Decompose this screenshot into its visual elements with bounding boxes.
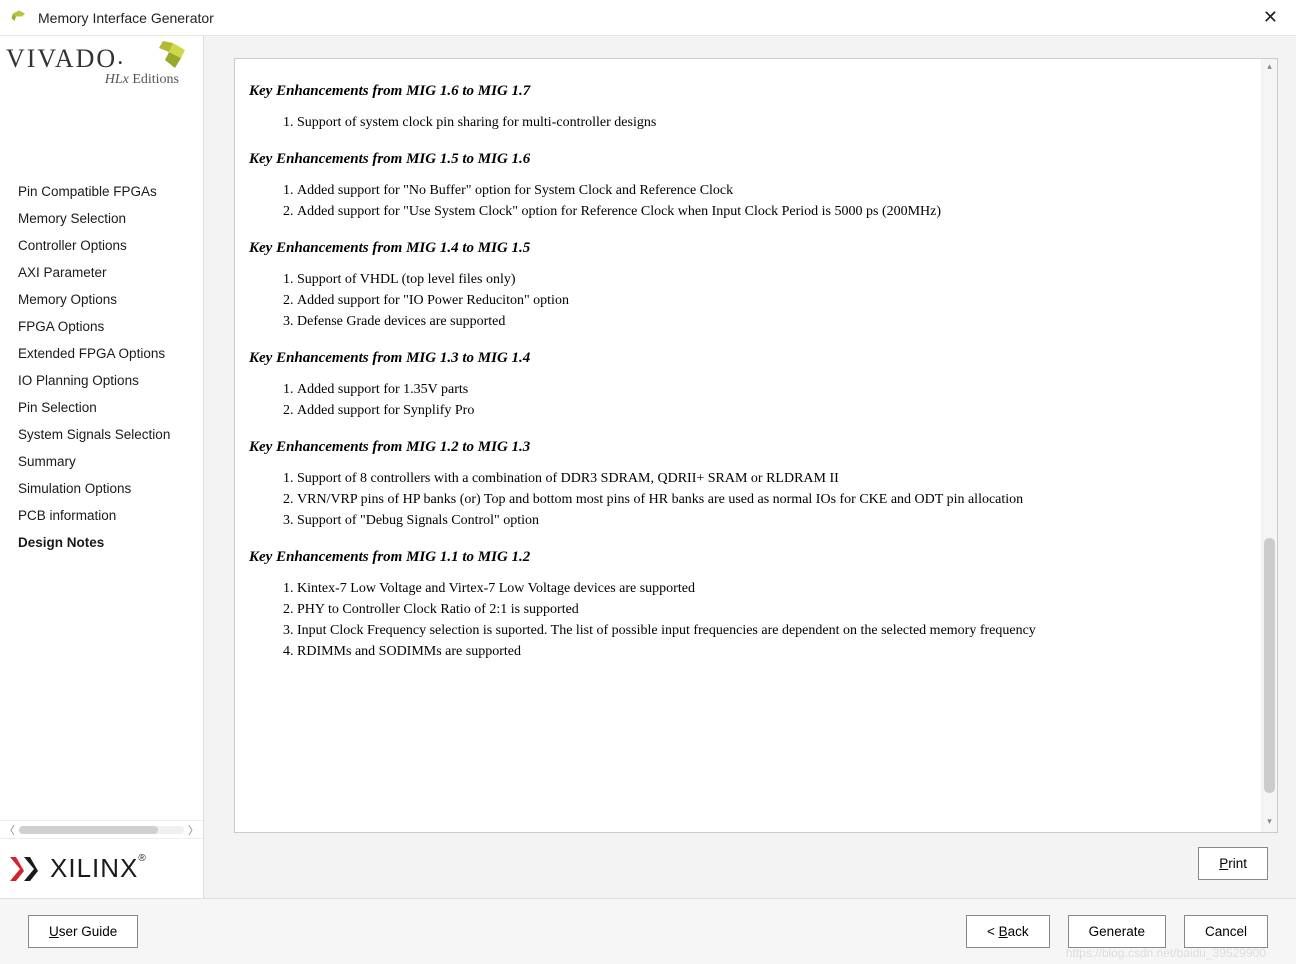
nav-item-pcb-information[interactable]: PCB information	[0, 502, 203, 529]
list-item: Input Clock Frequency selection is supor…	[297, 620, 1249, 641]
nav-item-design-notes[interactable]: Design Notes	[0, 529, 203, 556]
list-item: Added support for "Use System Clock" opt…	[297, 201, 1249, 222]
nav-item-controller-options[interactable]: Controller Options	[0, 232, 203, 259]
section-heading: Key Enhancements from MIG 1.6 to MIG 1.7	[249, 83, 1249, 100]
list-item: Support of "Debug Signals Control" optio…	[297, 510, 1249, 531]
list-item: Added support for Synplify Pro	[297, 400, 1249, 421]
content-column: Key Enhancements from MIG 1.6 to MIG 1.7…	[204, 36, 1296, 898]
scroll-track[interactable]	[19, 826, 184, 834]
nav-item-memory-options[interactable]: Memory Options	[0, 286, 203, 313]
titlebar: Memory Interface Generator ✕	[0, 0, 1296, 36]
sidebar-horizontal-scrollbar[interactable]: 〈 〉	[0, 820, 203, 838]
nav-item-extended-fpga-options[interactable]: Extended FPGA Options	[0, 340, 203, 367]
window-title: Memory Interface Generator	[38, 10, 1255, 26]
bottom-bar: User Guide < Back Generate Cancel https:…	[0, 898, 1296, 964]
app-icon	[10, 9, 28, 27]
nav-item-pin-selection[interactable]: Pin Selection	[0, 394, 203, 421]
list-item: Defense Grade devices are supported	[297, 311, 1249, 332]
watermark-text: https://blog.csdn.net/baidu_39529900	[1066, 946, 1266, 960]
nav-item-system-signals-selection[interactable]: System Signals Selection	[0, 421, 203, 448]
nav-item-summary[interactable]: Summary	[0, 448, 203, 475]
nav-item-axi-parameter[interactable]: AXI Parameter	[0, 259, 203, 286]
list-item: Kintex-7 Low Voltage and Virtex-7 Low Vo…	[297, 578, 1249, 599]
logo-text: VIVADO	[6, 44, 117, 73]
list-item: VRN/VRP pins of HP banks (or) Top and bo…	[297, 489, 1249, 510]
nav-item-io-planning-options[interactable]: IO Planning Options	[0, 367, 203, 394]
scroll-thumb[interactable]	[19, 826, 158, 834]
list-item: Support of 8 controllers with a combinat…	[297, 468, 1249, 489]
vivado-logo-icon	[153, 38, 193, 78]
section-heading: Key Enhancements from MIG 1.5 to MIG 1.6	[249, 151, 1249, 168]
nav-item-pin-compatible-fpgas[interactable]: Pin Compatible FPGAs	[0, 178, 203, 205]
list-item: RDIMMs and SODIMMs are supported	[297, 641, 1249, 662]
section-heading: Key Enhancements from MIG 1.4 to MIG 1.5	[249, 240, 1249, 257]
list-item: Support of system clock pin sharing for …	[297, 112, 1249, 133]
scroll-right-icon[interactable]: 〉	[186, 822, 201, 838]
section-list: Support of system clock pin sharing for …	[249, 112, 1249, 133]
section-heading: Key Enhancements from MIG 1.3 to MIG 1.4	[249, 350, 1249, 367]
section-heading: Key Enhancements from MIG 1.2 to MIG 1.3	[249, 439, 1249, 456]
list-item: PHY to Controller Clock Ratio of 2:1 is …	[297, 599, 1249, 620]
close-icon[interactable]: ✕	[1255, 7, 1286, 28]
section-list: Added support for "No Buffer" option for…	[249, 180, 1249, 222]
list-item: Added support for "IO Power Reduciton" o…	[297, 290, 1249, 311]
cancel-button[interactable]: Cancel	[1184, 915, 1268, 948]
xilinx-logo-row: XILINX®	[0, 838, 203, 898]
content-panel: Key Enhancements from MIG 1.6 to MIG 1.7…	[234, 58, 1278, 833]
section-list: Kintex-7 Low Voltage and Virtex-7 Low Vo…	[249, 578, 1249, 662]
scroll-up-icon[interactable]: ▴	[1262, 61, 1277, 75]
vertical-scrollbar[interactable]: ▴ ▾	[1261, 59, 1277, 832]
generate-button[interactable]: Generate	[1068, 915, 1166, 948]
print-button[interactable]: Print	[1198, 847, 1268, 880]
nav-list: Pin Compatible FPGAsMemory SelectionCont…	[0, 118, 203, 820]
nav-item-fpga-options[interactable]: FPGA Options	[0, 313, 203, 340]
list-item: Support of VHDL (top level files only)	[297, 269, 1249, 290]
xilinx-logo-icon	[6, 851, 42, 887]
section-list: Support of 8 controllers with a combinat…	[249, 468, 1249, 531]
nav-item-memory-selection[interactable]: Memory Selection	[0, 205, 203, 232]
section-list: Support of VHDL (top level files only)Ad…	[249, 269, 1249, 332]
scroll-thumb-vertical[interactable]	[1264, 538, 1275, 793]
sidebar: VIVADO. HLx Editions Pin Compatible FPGA…	[0, 36, 204, 898]
design-notes-document: Key Enhancements from MIG 1.6 to MIG 1.7…	[235, 59, 1261, 832]
vivado-logo: VIVADO.	[6, 44, 125, 73]
section-heading: Key Enhancements from MIG 1.1 to MIG 1.2	[249, 549, 1249, 566]
back-button[interactable]: < Back	[966, 915, 1050, 948]
section-list: Added support for 1.35V partsAdded suppo…	[249, 379, 1249, 421]
user-guide-button[interactable]: User Guide	[28, 915, 138, 948]
list-item: Added support for 1.35V parts	[297, 379, 1249, 400]
scroll-left-icon[interactable]: 〈	[2, 822, 17, 838]
logo-area: VIVADO. HLx Editions	[0, 36, 203, 118]
scroll-down-icon[interactable]: ▾	[1262, 816, 1277, 830]
xilinx-logo-text: XILINX®	[50, 853, 147, 884]
list-item: Added support for "No Buffer" option for…	[297, 180, 1249, 201]
nav-item-simulation-options[interactable]: Simulation Options	[0, 475, 203, 502]
